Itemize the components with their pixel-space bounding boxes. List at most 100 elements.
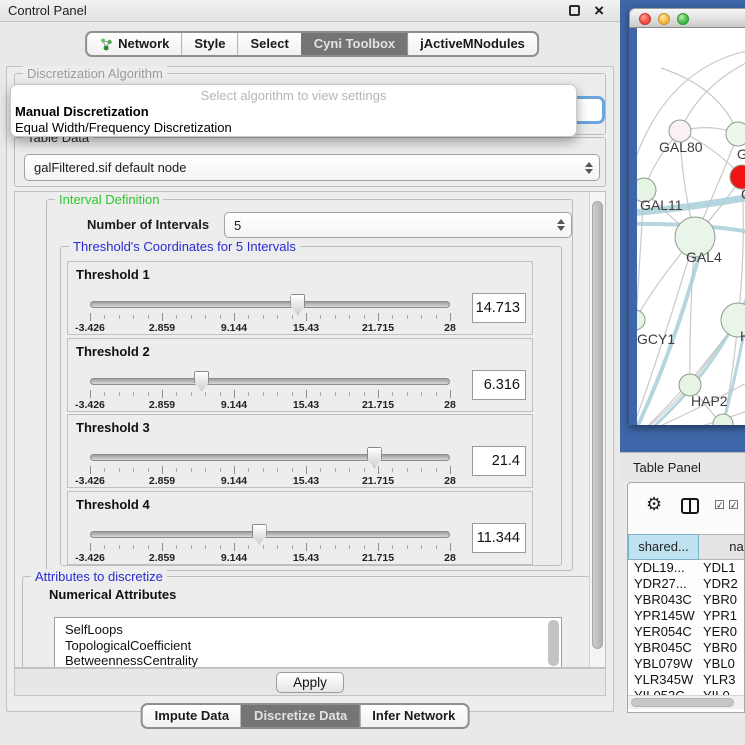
slider-thumb[interactable]: [194, 371, 209, 392]
column-header-shared-name[interactable]: shared...: [628, 534, 699, 560]
tick-mark: [335, 392, 336, 396]
cell-shared-name: YBR045C: [628, 640, 699, 656]
table-row[interactable]: YBL079WYBL0: [628, 656, 745, 672]
tab-impute-data[interactable]: Impute Data: [143, 705, 241, 727]
tick-mark: [263, 392, 264, 396]
column-header-name[interactable]: na: [699, 534, 745, 560]
tab-label: Select: [250, 36, 288, 51]
thresholds-group-title: Threshold's Coordinates for 5 Intervals: [69, 239, 300, 254]
checkbox-icon[interactable]: ☑: [728, 498, 739, 512]
tab-label: Style: [194, 36, 225, 51]
table-header-row: shared... na: [628, 534, 745, 560]
number-of-intervals-spinner[interactable]: 5: [224, 212, 572, 238]
tick-mark: [176, 468, 177, 472]
dropdown-item-equal-width-frequency[interactable]: Equal Width/Frequency Discretization: [11, 120, 576, 136]
cell-name: YER0: [699, 624, 745, 640]
tick-mark: [205, 315, 206, 319]
settings-scrollbar-thumb[interactable]: [592, 201, 603, 649]
apply-button[interactable]: Apply: [276, 672, 344, 693]
tick-mark: [176, 392, 177, 396]
numerical-attributes-list[interactable]: SelfLoopsTopologicalCoefficientBetweenne…: [54, 617, 562, 668]
tick-mark: [176, 315, 177, 319]
spinner-stepper-icon[interactable]: [551, 219, 571, 231]
control-panel: Control Panel × NetworkStyleSelectCyni T…: [0, 0, 620, 745]
slider-tick-labels: -3.4262.8599.14415.4321.71528: [90, 475, 450, 487]
threshold-value-field[interactable]: 11.344: [472, 523, 526, 553]
tick-mark: [104, 392, 105, 396]
table-hscroll-thumb[interactable]: [631, 698, 734, 707]
minimize-traffic-icon[interactable]: [658, 13, 670, 25]
tab-discretize-data[interactable]: Discretize Data: [241, 705, 359, 727]
zoom-traffic-icon[interactable]: [677, 13, 689, 25]
tab-jactivemnodules[interactable]: jActiveMNodules: [407, 33, 537, 55]
attribute-list-item[interactable]: SelfLoops: [55, 618, 561, 638]
tick-mark: [205, 392, 206, 396]
slider-thumb[interactable]: [290, 294, 305, 315]
table-row[interactable]: YDR27...YDR2: [628, 576, 745, 592]
slider-thumb[interactable]: [252, 524, 267, 545]
network-node-gcy1[interactable]: [637, 310, 645, 330]
tab-style[interactable]: Style: [181, 33, 237, 55]
cell-shared-name: YIL053C: [628, 688, 699, 695]
threshold-value-field[interactable]: 14.713: [472, 293, 526, 323]
tick-mark: [292, 545, 293, 549]
close-icon[interactable]: ×: [594, 0, 604, 22]
table-data-selected-value: galFiltered.sif default node: [25, 160, 579, 175]
list-scrollbar[interactable]: [548, 620, 559, 666]
slider-track[interactable]: [90, 531, 450, 538]
tick-mark: [292, 392, 293, 396]
attributes-group-title: Attributes to discretize: [31, 569, 167, 584]
attribute-list-item[interactable]: BetweennessCentrality: [55, 653, 561, 668]
dropdown-item-manual-discretization[interactable]: Manual Discretization: [11, 104, 576, 120]
cell-shared-name: YLR345W: [628, 672, 699, 688]
tab-network[interactable]: Network: [87, 33, 181, 55]
table-data-combobox[interactable]: galFiltered.sif default node: [24, 154, 600, 181]
threshold-value-field[interactable]: 21.4: [472, 446, 526, 476]
dropdown-hint-item[interactable]: Select algorithm to view settings: [11, 87, 576, 104]
network-node[interactable]: [713, 414, 733, 425]
slider-track[interactable]: [90, 454, 450, 461]
attribute-list-item[interactable]: TopologicalCoefficient: [55, 638, 561, 654]
columns-icon[interactable]: [681, 498, 699, 514]
tick-label: 28: [444, 552, 456, 564]
table-row[interactable]: YLR345WYLR3: [628, 672, 745, 688]
threshold-value-field[interactable]: 6.316: [472, 370, 526, 400]
table-row[interactable]: YDL19...YDL1: [628, 560, 745, 576]
checkbox-icon[interactable]: ☑: [714, 498, 725, 512]
table-row[interactable]: YER054CYER0: [628, 624, 745, 640]
bottom-tabstrip: Impute DataDiscretize DataInfer Network: [141, 703, 470, 729]
tick-label: 15.43: [293, 475, 319, 487]
tick-label: 9.144: [221, 322, 247, 334]
tick-mark: [133, 545, 134, 549]
tick-mark: [205, 545, 206, 549]
threshold-label: Threshold 4: [76, 497, 150, 512]
slider-track[interactable]: [90, 378, 450, 385]
tab-cyni-toolbox[interactable]: Cyni Toolbox: [301, 33, 407, 55]
network-canvas[interactable]: GAL80GACGAL11GAL4GCY1HHAP2: [637, 28, 745, 425]
table-horizontal-scrollbar[interactable]: [628, 695, 744, 709]
tab-infer-network[interactable]: Infer Network: [359, 705, 467, 727]
tick-mark: [292, 468, 293, 472]
tick-mark: [119, 468, 120, 472]
tick-mark: [450, 313, 451, 321]
table-row[interactable]: YIL053CYIL0: [628, 688, 745, 695]
slider-thumb[interactable]: [367, 447, 382, 468]
slider-track[interactable]: [90, 301, 450, 308]
table-row[interactable]: YPR145WYPR1: [628, 608, 745, 624]
close-traffic-icon[interactable]: [639, 13, 651, 25]
table-row[interactable]: YBR043CYBR0: [628, 592, 745, 608]
network-node-ga[interactable]: [726, 122, 745, 146]
node-table-window: ⚙ ☑ ☑ shared... na YDL19...YDL1YDR27...Y…: [627, 482, 745, 713]
cell-shared-name: YDR27...: [628, 576, 699, 592]
combo-stepper-icon[interactable]: [579, 162, 599, 174]
table-row[interactable]: YBR045CYBR0: [628, 640, 745, 656]
gear-icon[interactable]: ⚙: [646, 494, 662, 515]
tick-label: -3.426: [75, 322, 105, 334]
cell-name: YBL0: [699, 656, 745, 672]
float-window-icon[interactable]: [569, 5, 580, 16]
tab-select[interactable]: Select: [237, 33, 300, 55]
settings-scrollbar[interactable]: [589, 192, 605, 667]
tick-label: 15.43: [293, 552, 319, 564]
tick-mark: [378, 466, 379, 474]
tick-mark: [335, 315, 336, 319]
